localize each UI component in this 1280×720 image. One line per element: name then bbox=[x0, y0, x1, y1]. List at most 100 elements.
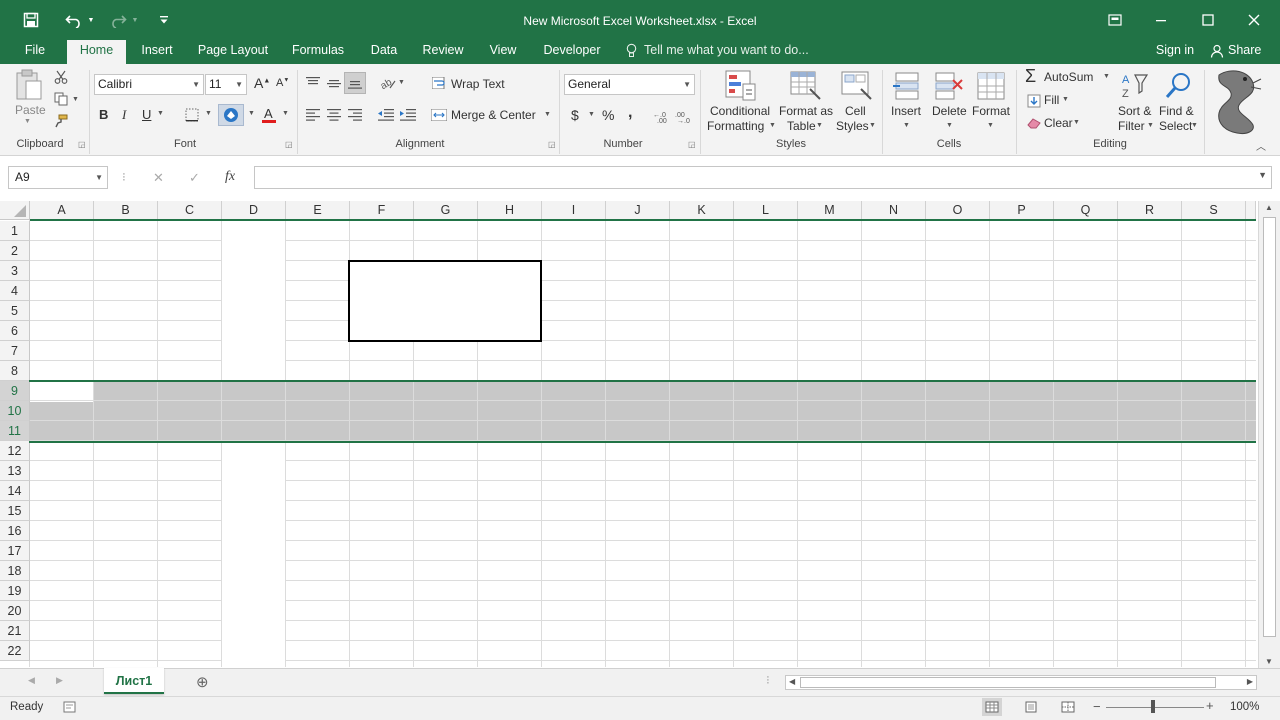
align-left-icon[interactable] bbox=[304, 106, 322, 124]
horizontal-scrollbar[interactable]: ◀ ▶ bbox=[785, 675, 1257, 690]
vertical-scrollbar[interactable]: ▲ ▼ bbox=[1258, 201, 1280, 668]
column-header-g[interactable]: G bbox=[414, 201, 478, 220]
tab-file[interactable]: File bbox=[14, 40, 56, 64]
row-header-2[interactable]: 2 bbox=[0, 241, 30, 261]
new-sheet-icon[interactable]: ⊕ bbox=[196, 673, 209, 691]
paste-dropdown-icon[interactable]: ▼ bbox=[24, 118, 31, 125]
column-header-l[interactable]: L bbox=[734, 201, 798, 220]
merge-center-button[interactable]: Merge & Center bbox=[451, 108, 536, 122]
sign-in-link[interactable]: Sign in bbox=[1152, 40, 1198, 64]
increase-indent-icon[interactable] bbox=[398, 106, 418, 124]
cell-styles-label-1[interactable]: Cell bbox=[845, 104, 866, 118]
format-as-table-dropdown-icon[interactable]: ▼ bbox=[816, 122, 823, 129]
name-box[interactable]: A9 ▼ bbox=[8, 166, 108, 189]
row-header-11[interactable]: 11 bbox=[0, 421, 30, 441]
close-icon[interactable] bbox=[1241, 6, 1267, 34]
column-header-b[interactable]: B bbox=[94, 201, 158, 220]
tab-developer[interactable]: Developer bbox=[540, 40, 604, 64]
column-header-h[interactable]: H bbox=[478, 201, 542, 220]
row-header-1[interactable]: 1 bbox=[0, 221, 30, 241]
confirm-entry-icon[interactable]: ✓ bbox=[189, 170, 200, 186]
column-d-cells[interactable] bbox=[222, 220, 285, 382]
row-header-6[interactable]: 6 bbox=[0, 321, 30, 341]
format-as-table-label-1[interactable]: Format as bbox=[779, 104, 833, 118]
scroll-right-icon[interactable]: ▶ bbox=[1247, 677, 1253, 686]
scroll-down-icon[interactable]: ▼ bbox=[1265, 657, 1273, 666]
top-align-icon[interactable] bbox=[304, 74, 322, 92]
column-header-p[interactable]: P bbox=[990, 201, 1054, 220]
borders-icon[interactable] bbox=[183, 106, 201, 124]
cancel-entry-icon[interactable]: ✕ bbox=[153, 170, 164, 186]
expand-formula-icon[interactable]: ▼ bbox=[1258, 170, 1267, 180]
row-header-15[interactable]: 15 bbox=[0, 501, 30, 521]
row-header-12[interactable]: 12 bbox=[0, 441, 30, 461]
format-cells-icon[interactable] bbox=[974, 69, 1008, 103]
tab-review[interactable]: Review bbox=[420, 40, 466, 64]
format-painter-icon[interactable] bbox=[52, 112, 70, 130]
select-all-corner[interactable] bbox=[0, 201, 30, 220]
font-color-dropdown-icon[interactable]: ▼ bbox=[282, 110, 289, 117]
find-select-label-1[interactable]: Find & bbox=[1159, 104, 1194, 118]
row-header-20[interactable]: 20 bbox=[0, 601, 30, 621]
italic-button[interactable]: I bbox=[122, 107, 126, 123]
zoom-slider-thumb[interactable] bbox=[1151, 700, 1155, 713]
share-person-icon[interactable] bbox=[1210, 40, 1226, 64]
font-color-icon[interactable]: A bbox=[260, 105, 278, 125]
page-break-view-icon[interactable] bbox=[1058, 698, 1078, 716]
align-center-icon[interactable] bbox=[325, 106, 343, 124]
number-format-box[interactable]: General ▼ bbox=[564, 74, 695, 95]
copy-icon[interactable] bbox=[52, 90, 70, 108]
orientation-icon[interactable]: ab bbox=[378, 74, 398, 92]
collapse-ribbon-icon[interactable]: ︿ bbox=[1256, 138, 1266, 153]
eraser-icon[interactable] bbox=[1026, 115, 1042, 131]
sort-filter-icon[interactable]: AZ bbox=[1118, 69, 1152, 103]
page-layout-view-icon[interactable] bbox=[1021, 698, 1041, 716]
copy-dropdown-icon[interactable]: ▼ bbox=[72, 96, 79, 103]
scroll-up-icon[interactable]: ▲ bbox=[1265, 203, 1273, 212]
column-header-o[interactable]: O bbox=[926, 201, 990, 220]
column-header-a[interactable]: A bbox=[30, 201, 94, 220]
cell-styles-label-2[interactable]: Styles bbox=[836, 119, 869, 133]
column-header-i[interactable]: I bbox=[542, 201, 606, 220]
font-name-dropdown-icon[interactable]: ▼ bbox=[192, 75, 200, 94]
format-as-table-icon[interactable] bbox=[789, 69, 823, 103]
scroll-left-icon[interactable]: ◀ bbox=[789, 677, 795, 686]
find-select-dropdown-icon[interactable]: ▼ bbox=[1191, 122, 1198, 129]
tab-page-layout[interactable]: Page Layout bbox=[196, 40, 270, 64]
tell-me-search[interactable]: Tell me what you want to do... bbox=[644, 40, 809, 64]
format-cells-dropdown-icon[interactable]: ▼ bbox=[987, 122, 994, 129]
orientation-dropdown-icon[interactable]: ▼ bbox=[398, 79, 405, 86]
rectangle-shape[interactable] bbox=[348, 260, 542, 342]
fill-button[interactable]: Fill bbox=[1044, 93, 1059, 107]
column-header-m[interactable]: M bbox=[798, 201, 862, 220]
clear-dropdown-icon[interactable]: ▼ bbox=[1073, 119, 1080, 126]
font-launcher-icon[interactable]: ◲ bbox=[285, 140, 293, 149]
column-header-f[interactable]: F bbox=[350, 201, 414, 220]
prev-sheet-icon[interactable]: ◀ bbox=[28, 675, 35, 686]
merge-center-icon[interactable] bbox=[430, 107, 448, 123]
ribbon-display-options-icon[interactable] bbox=[1102, 6, 1128, 34]
delete-cells-dropdown-icon[interactable]: ▼ bbox=[946, 122, 953, 129]
row-header-21[interactable]: 21 bbox=[0, 621, 30, 641]
row-header-5[interactable]: 5 bbox=[0, 301, 30, 321]
number-format-dropdown-icon[interactable]: ▼ bbox=[683, 75, 691, 94]
alignment-launcher-icon[interactable]: ◲ bbox=[548, 140, 556, 149]
conditional-formatting-label-1[interactable]: Conditional bbox=[710, 104, 770, 118]
macro-record-icon[interactable] bbox=[62, 700, 76, 714]
row-header-17[interactable]: 17 bbox=[0, 541, 30, 561]
row-header-22[interactable]: 22 bbox=[0, 641, 30, 661]
conditional-formatting-icon[interactable] bbox=[724, 69, 758, 103]
column-header-d[interactable]: D bbox=[222, 201, 286, 220]
decrease-indent-icon[interactable] bbox=[376, 106, 396, 124]
wrap-text-icon[interactable] bbox=[430, 75, 448, 91]
paste-icon[interactable] bbox=[12, 68, 46, 102]
tab-view[interactable]: View bbox=[484, 40, 522, 64]
minimize-icon[interactable] bbox=[1148, 6, 1174, 34]
tab-insert[interactable]: Insert bbox=[137, 40, 177, 64]
fill-down-icon[interactable] bbox=[1026, 93, 1042, 109]
row-header-10[interactable]: 10 bbox=[0, 401, 30, 421]
find-select-icon[interactable] bbox=[1162, 69, 1196, 103]
font-name-box[interactable]: Calibri ▼ bbox=[94, 74, 204, 95]
currency-dropdown-icon[interactable]: ▼ bbox=[588, 111, 595, 118]
tab-home[interactable]: Home bbox=[67, 40, 126, 64]
